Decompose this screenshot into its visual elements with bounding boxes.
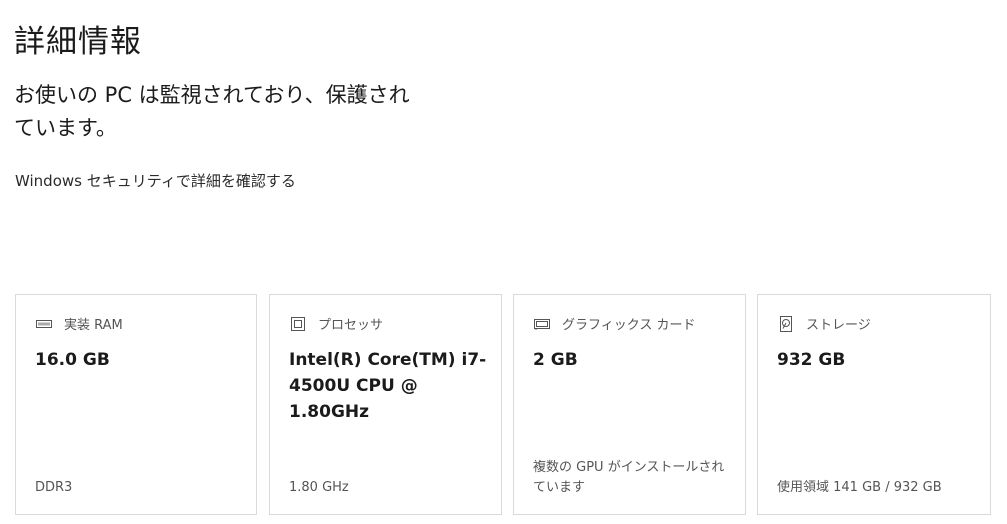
processor-card-footer: 1.80 GHz — [289, 480, 349, 495]
page-title: 詳細情報 — [14, 24, 142, 60]
device-specs-cards: 実装 RAM 16.0 GB DDR3 プロセッサ Intel(R) Core(… — [15, 294, 991, 517]
ram-card-label: 実装 RAM — [64, 318, 123, 333]
storage-card: ストレージ 932 GB 使用領域 141 GB / 932 GB — [757, 294, 991, 515]
graphics-card-footer: 複数の GPU がインストールされています — [533, 460, 725, 495]
graphics-card-card: グラフィックス カード 2 GB 複数の GPU がインストールされています — [513, 294, 746, 515]
storage-card-value: 932 GB — [777, 350, 846, 370]
processor-card-value: Intel(R) Core(TM) i7-4500U CPU @ 1.80GHz — [289, 350, 487, 422]
windows-security-link[interactable]: Windows セキュリティで詳細を確認する — [15, 170, 296, 191]
ram-card-value: 16.0 GB — [35, 350, 110, 370]
graphics-card-value: 2 GB — [533, 350, 578, 370]
protection-status-message: お使いの PC は監視されており、保護されています。 — [14, 83, 410, 140]
storage-card-header: ストレージ — [778, 314, 871, 333]
processor-card: プロセッサ Intel(R) Core(TM) i7-4500U CPU @ 1… — [269, 294, 502, 515]
storage-icon — [778, 315, 794, 332]
graphics-card-label: グラフィックス カード — [562, 318, 696, 333]
processor-icon — [290, 316, 306, 332]
ram-card-footer: DDR3 — [35, 480, 73, 495]
processor-card-header: プロセッサ — [290, 314, 383, 333]
ram-icon — [36, 316, 52, 332]
graphics-card-icon — [534, 316, 550, 332]
ram-card-header: 実装 RAM — [36, 314, 123, 333]
storage-card-footer: 使用領域 141 GB / 932 GB — [777, 480, 942, 495]
ram-card: 実装 RAM 16.0 GB DDR3 — [15, 294, 257, 515]
graphics-card-header: グラフィックス カード — [534, 314, 695, 333]
storage-card-label: ストレージ — [806, 318, 871, 333]
processor-card-label: プロセッサ — [318, 318, 384, 333]
